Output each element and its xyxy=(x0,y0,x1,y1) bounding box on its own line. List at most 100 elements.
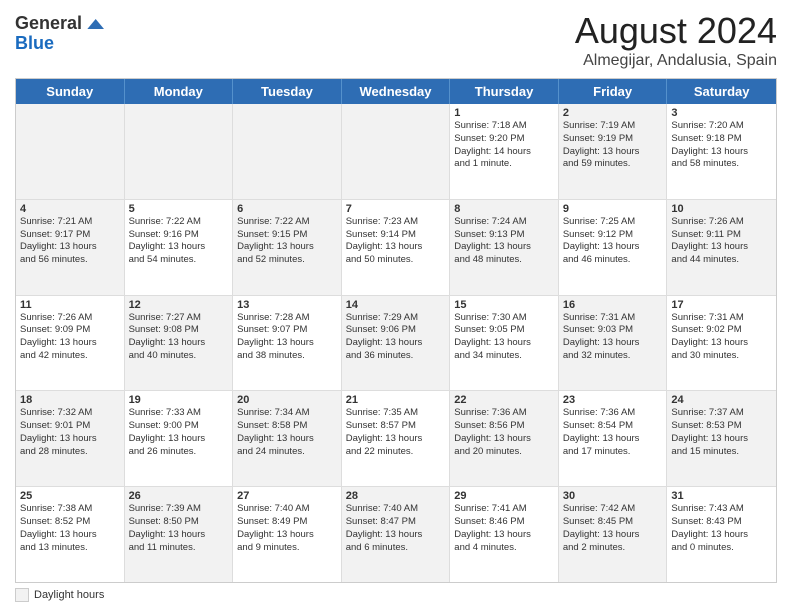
day-cell-23: 23Sunrise: 7:36 AMSunset: 8:54 PMDayligh… xyxy=(559,391,668,486)
empty-cell-0-3 xyxy=(342,104,451,199)
cell-line: Sunset: 8:53 PM xyxy=(671,420,772,433)
header-day-friday: Friday xyxy=(559,79,668,104)
cell-line: Sunrise: 7:36 AM xyxy=(454,407,554,420)
day-number: 22 xyxy=(454,394,554,406)
cell-line: Sunset: 9:18 PM xyxy=(671,133,772,146)
calendar-row-0: 1Sunrise: 7:18 AMSunset: 9:20 PMDaylight… xyxy=(16,104,776,200)
cell-line: Sunset: 9:03 PM xyxy=(563,324,663,337)
cell-line: Sunset: 8:47 PM xyxy=(346,516,446,529)
calendar-row-2: 11Sunrise: 7:26 AMSunset: 9:09 PMDayligh… xyxy=(16,296,776,392)
calendar-header: SundayMondayTuesdayWednesdayThursdayFrid… xyxy=(16,79,776,104)
header: General Blue August 2024 Almegijar, Anda… xyxy=(15,10,777,70)
day-number: 8 xyxy=(454,203,554,215)
day-cell-17: 17Sunrise: 7:31 AMSunset: 9:02 PMDayligh… xyxy=(667,296,776,391)
cell-line: Sunset: 9:16 PM xyxy=(129,229,229,242)
day-number: 5 xyxy=(129,203,229,215)
cell-line: and 28 minutes. xyxy=(20,446,120,459)
cell-line: Daylight: 13 hours xyxy=(671,146,772,159)
header-day-thursday: Thursday xyxy=(450,79,559,104)
cell-line: Sunrise: 7:26 AM xyxy=(20,312,120,325)
cell-line: and 46 minutes. xyxy=(563,254,663,267)
day-cell-16: 16Sunrise: 7:31 AMSunset: 9:03 PMDayligh… xyxy=(559,296,668,391)
cell-line: Sunset: 9:11 PM xyxy=(671,229,772,242)
cell-line: and 20 minutes. xyxy=(454,446,554,459)
cell-line: Sunset: 9:00 PM xyxy=(129,420,229,433)
day-cell-4: 4Sunrise: 7:21 AMSunset: 9:17 PMDaylight… xyxy=(16,200,125,295)
day-number: 6 xyxy=(237,203,337,215)
cell-line: Daylight: 13 hours xyxy=(129,433,229,446)
cell-line: Sunrise: 7:40 AM xyxy=(346,503,446,516)
cell-line: Sunrise: 7:33 AM xyxy=(129,407,229,420)
day-cell-15: 15Sunrise: 7:30 AMSunset: 9:05 PMDayligh… xyxy=(450,296,559,391)
cell-line: and 1 minute. xyxy=(454,158,554,171)
cell-line: Daylight: 13 hours xyxy=(129,241,229,254)
cell-line: Daylight: 13 hours xyxy=(563,337,663,350)
cell-line: Sunrise: 7:27 AM xyxy=(129,312,229,325)
cell-line: Sunset: 9:08 PM xyxy=(129,324,229,337)
day-cell-8: 8Sunrise: 7:24 AMSunset: 9:13 PMDaylight… xyxy=(450,200,559,295)
day-number: 12 xyxy=(129,299,229,311)
header-day-tuesday: Tuesday xyxy=(233,79,342,104)
cell-line: Sunrise: 7:36 AM xyxy=(563,407,663,420)
cell-line: Sunrise: 7:22 AM xyxy=(129,216,229,229)
cell-line: Daylight: 13 hours xyxy=(129,337,229,350)
logo-blue: Blue xyxy=(15,33,54,53)
cell-line: Daylight: 13 hours xyxy=(454,433,554,446)
cell-line: Sunset: 9:13 PM xyxy=(454,229,554,242)
cell-line: and 26 minutes. xyxy=(129,446,229,459)
cell-line: and 9 minutes. xyxy=(237,542,337,555)
cell-line: Sunset: 8:52 PM xyxy=(20,516,120,529)
day-cell-14: 14Sunrise: 7:29 AMSunset: 9:06 PMDayligh… xyxy=(342,296,451,391)
cell-line: Daylight: 13 hours xyxy=(237,433,337,446)
cell-line: Daylight: 13 hours xyxy=(20,241,120,254)
day-number: 2 xyxy=(563,107,663,119)
cell-line: Daylight: 13 hours xyxy=(237,337,337,350)
day-cell-2: 2Sunrise: 7:19 AMSunset: 9:19 PMDaylight… xyxy=(559,104,668,199)
cell-line: Sunrise: 7:19 AM xyxy=(563,120,663,133)
calendar-row-1: 4Sunrise: 7:21 AMSunset: 9:17 PMDaylight… xyxy=(16,200,776,296)
cell-line: Daylight: 13 hours xyxy=(563,433,663,446)
day-number: 11 xyxy=(20,299,120,311)
day-number: 13 xyxy=(237,299,337,311)
logo: General Blue xyxy=(15,14,104,54)
cell-line: and 42 minutes. xyxy=(20,350,120,363)
cell-line: Daylight: 13 hours xyxy=(346,241,446,254)
day-cell-3: 3Sunrise: 7:20 AMSunset: 9:18 PMDaylight… xyxy=(667,104,776,199)
page: General Blue August 2024 Almegijar, Anda… xyxy=(0,0,792,612)
cell-line: Sunrise: 7:31 AM xyxy=(671,312,772,325)
day-cell-13: 13Sunrise: 7:28 AMSunset: 9:07 PMDayligh… xyxy=(233,296,342,391)
cell-line: Sunrise: 7:20 AM xyxy=(671,120,772,133)
day-cell-11: 11Sunrise: 7:26 AMSunset: 9:09 PMDayligh… xyxy=(16,296,125,391)
day-number: 10 xyxy=(671,203,772,215)
footer: Daylight hours xyxy=(15,588,777,602)
cell-line: Sunset: 8:46 PM xyxy=(454,516,554,529)
day-number: 16 xyxy=(563,299,663,311)
calendar-row-3: 18Sunrise: 7:32 AMSunset: 9:01 PMDayligh… xyxy=(16,391,776,487)
cell-line: and 24 minutes. xyxy=(237,446,337,459)
day-cell-26: 26Sunrise: 7:39 AMSunset: 8:50 PMDayligh… xyxy=(125,487,234,582)
cell-line: and 56 minutes. xyxy=(20,254,120,267)
cell-line: and 22 minutes. xyxy=(346,446,446,459)
day-number: 19 xyxy=(129,394,229,406)
cell-line: Daylight: 13 hours xyxy=(454,337,554,350)
empty-cell-0-2 xyxy=(233,104,342,199)
cell-line: Sunset: 9:05 PM xyxy=(454,324,554,337)
cell-line: Sunrise: 7:37 AM xyxy=(671,407,772,420)
day-number: 9 xyxy=(563,203,663,215)
day-cell-30: 30Sunrise: 7:42 AMSunset: 8:45 PMDayligh… xyxy=(559,487,668,582)
cell-line: Sunset: 8:56 PM xyxy=(454,420,554,433)
day-number: 30 xyxy=(563,490,663,502)
day-cell-7: 7Sunrise: 7:23 AMSunset: 9:14 PMDaylight… xyxy=(342,200,451,295)
day-number: 4 xyxy=(20,203,120,215)
cell-line: Sunset: 9:01 PM xyxy=(20,420,120,433)
header-day-wednesday: Wednesday xyxy=(342,79,451,104)
cell-line: Daylight: 13 hours xyxy=(237,241,337,254)
cell-line: and 32 minutes. xyxy=(563,350,663,363)
day-cell-1: 1Sunrise: 7:18 AMSunset: 9:20 PMDaylight… xyxy=(450,104,559,199)
cell-line: Daylight: 13 hours xyxy=(20,337,120,350)
day-number: 3 xyxy=(671,107,772,119)
cell-line: Sunset: 9:09 PM xyxy=(20,324,120,337)
cell-line: Sunrise: 7:39 AM xyxy=(129,503,229,516)
shaded-legend-box xyxy=(15,588,29,602)
cell-line: Sunrise: 7:21 AM xyxy=(20,216,120,229)
